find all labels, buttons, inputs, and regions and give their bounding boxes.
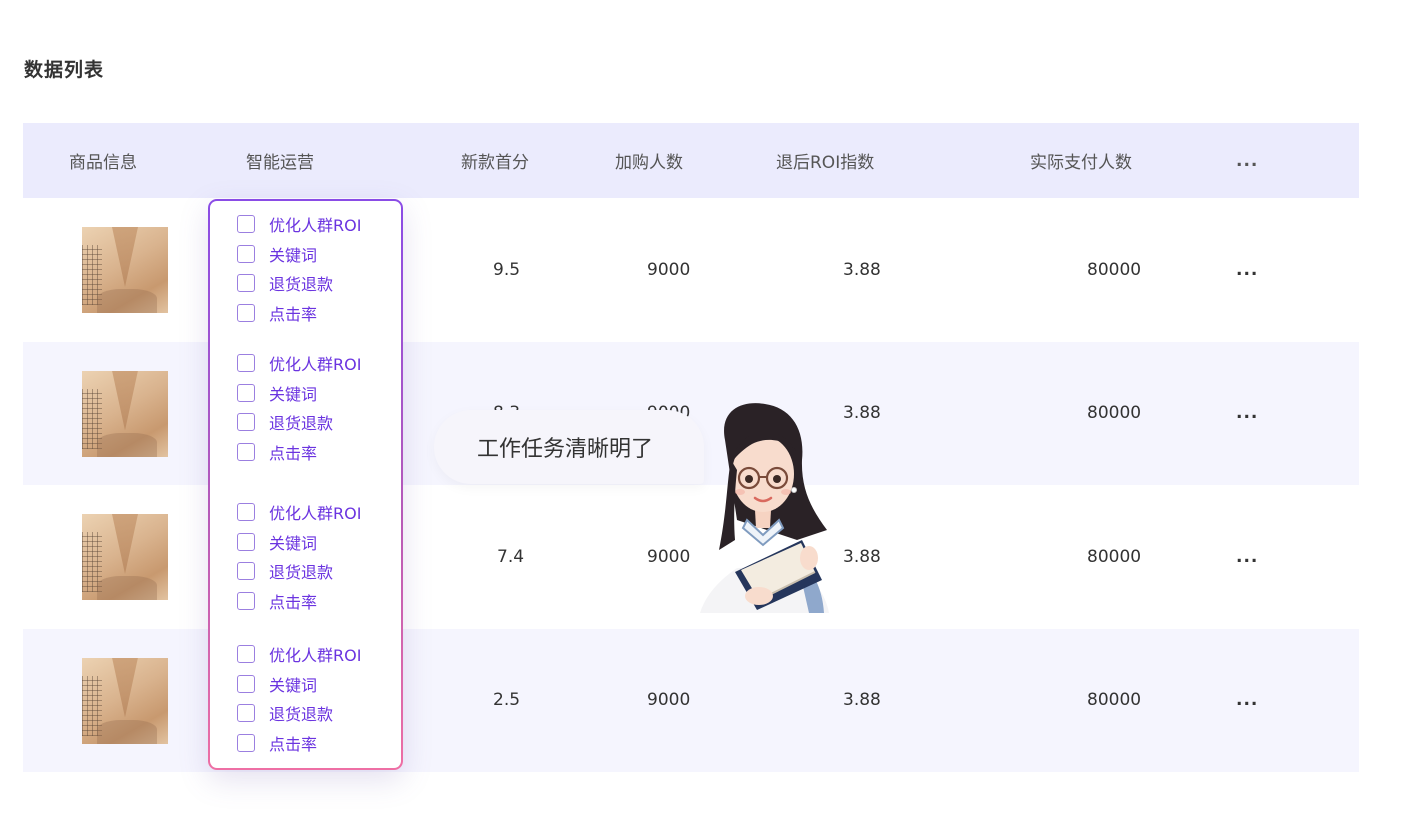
checkbox-icon[interactable] (237, 644, 255, 663)
cell-refund-roi: 3.88 (843, 259, 881, 280)
cell-paid-users: 80000 (1087, 690, 1142, 711)
table-header: 商品信息 智能运营 新款首分 加购人数 退后ROI指数 实际支付人数 ... (23, 123, 1359, 198)
option-optimize-roi[interactable]: 优化人群ROI (237, 497, 361, 527)
header-more[interactable]: ... (1236, 123, 1258, 198)
checkbox-icon[interactable] (237, 502, 255, 521)
checkbox-icon[interactable] (237, 733, 255, 752)
cell-more[interactable]: ... (1236, 198, 1258, 342)
option-ctr[interactable]: 点击率 (237, 298, 361, 328)
product-thumbnail[interactable] (82, 370, 168, 457)
checkbox-icon[interactable] (237, 303, 255, 322)
product-thumbnail[interactable] (82, 657, 168, 744)
option-group: 优化人群ROI 关键词 退货退款 点击率 (237, 497, 361, 616)
option-optimize-roi[interactable]: 优化人群ROI (237, 348, 361, 378)
header-paid-users: 实际支付人数 (1030, 153, 1132, 173)
header-refund-roi: 退后ROI指数 (776, 153, 875, 173)
cell-cart-users: 9000 (647, 546, 691, 567)
checkbox-icon[interactable] (237, 704, 255, 723)
option-keyword[interactable]: 关键词 (237, 669, 361, 699)
checkbox-icon[interactable] (237, 353, 255, 372)
header-smart-ops: 智能运营 (246, 153, 314, 173)
option-refund[interactable]: 退货退款 (237, 698, 361, 728)
option-refund[interactable]: 退货退款 (237, 556, 361, 586)
cell-refund-roi: 3.88 (843, 546, 881, 567)
option-refund[interactable]: 退货退款 (237, 407, 361, 437)
cell-new-score: 2.5 (493, 690, 521, 711)
cell-more[interactable]: ... (1236, 485, 1258, 629)
cell-cart-users: 9000 (647, 690, 691, 711)
checkbox-icon[interactable] (237, 442, 255, 461)
cell-paid-users: 80000 (1087, 546, 1142, 567)
option-ctr[interactable]: 点击率 (237, 437, 361, 467)
product-thumbnail[interactable] (82, 514, 168, 600)
checkbox-icon[interactable] (237, 413, 255, 432)
option-keyword[interactable]: 关键词 (237, 527, 361, 557)
checkbox-icon[interactable] (237, 562, 255, 581)
checkbox-icon[interactable] (237, 383, 255, 402)
option-group: 优化人群ROI 关键词 退货退款 点击率 (237, 209, 361, 328)
cell-refund-roi: 3.88 (843, 403, 881, 424)
cell-paid-users: 80000 (1087, 403, 1142, 424)
option-optimize-roi[interactable]: 优化人群ROI (237, 639, 361, 669)
cell-more[interactable]: ... (1236, 342, 1258, 486)
option-optimize-roi[interactable]: 优化人群ROI (237, 209, 361, 239)
option-refund[interactable]: 退货退款 (237, 268, 361, 298)
checkbox-icon[interactable] (237, 674, 255, 693)
assistant-speech-bubble: 工作任务清晰明了 (434, 410, 704, 484)
option-keyword[interactable]: 关键词 (237, 239, 361, 269)
cell-new-score: 7.4 (497, 546, 525, 567)
option-keyword[interactable]: 关键词 (237, 378, 361, 408)
checkbox-icon[interactable] (237, 591, 255, 610)
smart-ops-panel: 优化人群ROI 关键词 退货退款 点击率 优化人群ROI 关键词 退货退款 点击… (208, 199, 403, 770)
assistant-avatar-icon (697, 400, 832, 613)
cell-cart-users: 9000 (647, 259, 691, 280)
option-group: 优化人群ROI 关键词 退货退款 点击率 (237, 639, 361, 758)
cell-new-score: 9.5 (493, 259, 521, 280)
cell-refund-roi: 3.88 (843, 690, 881, 711)
option-ctr[interactable]: 点击率 (237, 728, 361, 758)
header-product-info: 商品信息 (69, 153, 137, 173)
checkbox-icon[interactable] (237, 244, 255, 263)
checkbox-icon[interactable] (237, 274, 255, 293)
product-thumbnail[interactable] (82, 227, 168, 313)
option-group: 优化人群ROI 关键词 退货退款 点击率 (237, 348, 361, 467)
option-ctr[interactable]: 点击率 (237, 586, 361, 616)
checkbox-icon[interactable] (237, 214, 255, 233)
header-cart-users: 加购人数 (615, 153, 683, 173)
header-new-score: 新款首分 (461, 153, 529, 173)
page-title: 数据列表 (24, 59, 105, 81)
checkbox-icon[interactable] (237, 532, 255, 551)
cell-paid-users: 80000 (1087, 259, 1142, 280)
cell-more[interactable]: ... (1236, 629, 1258, 773)
